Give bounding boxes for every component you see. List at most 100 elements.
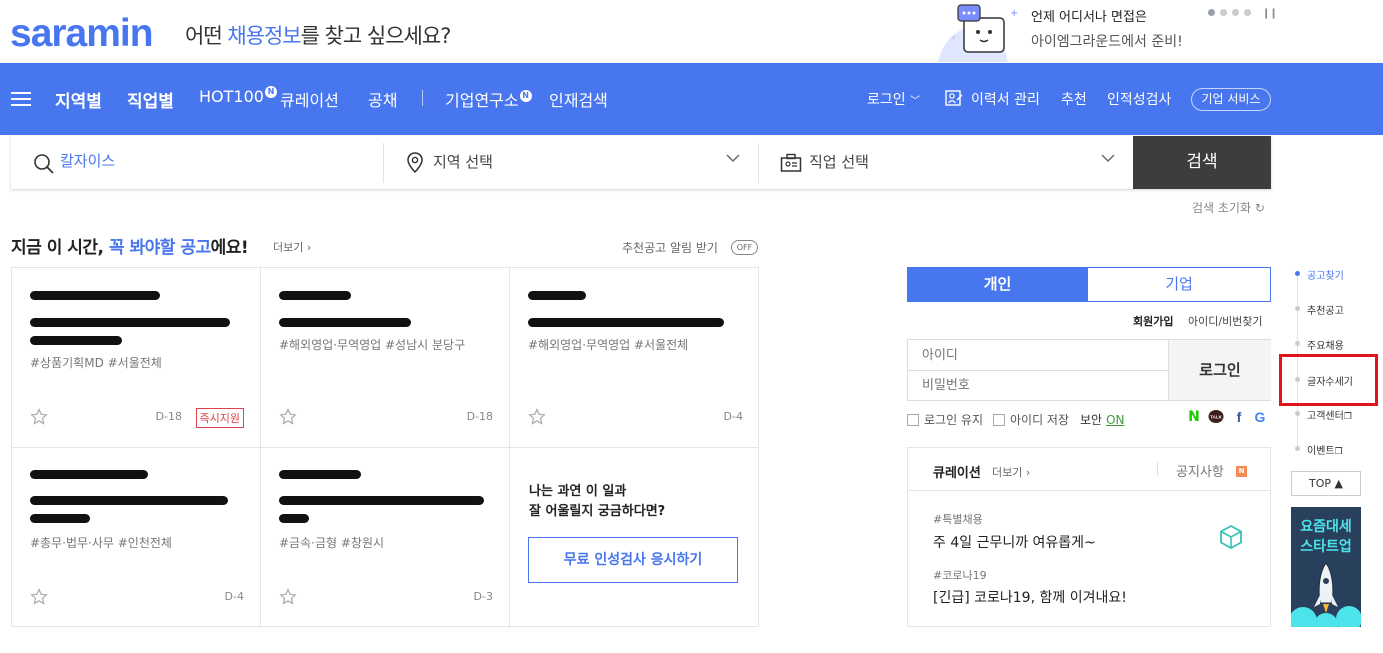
tab-company[interactable]: 기업: [1088, 267, 1271, 302]
star-icon[interactable]: [30, 408, 48, 426]
signup-link[interactable]: 회원가입: [1133, 313, 1173, 329]
resume-icon[interactable]: [944, 89, 964, 107]
tagline-pre: 어떤: [185, 24, 228, 48]
password-input[interactable]: [922, 378, 1152, 393]
carousel-dot[interactable]: [1232, 9, 1239, 16]
search-icon: [34, 154, 54, 174]
job-tags: #해외영업·무역영업 #성남시 분당구: [279, 338, 466, 352]
banner-line1: 요즘대세: [1300, 519, 1352, 535]
location-pin-icon: [407, 152, 423, 174]
keep-login-checkbox[interactable]: 로그인 유지: [907, 411, 983, 428]
checkbox-box[interactable]: [993, 413, 1005, 426]
star-icon[interactable]: [528, 408, 546, 426]
kakao-talk-login-icon[interactable]: TALK: [1208, 409, 1224, 425]
rail-recommended[interactable]: 추천공고: [1307, 302, 1344, 317]
nav-public-recruit[interactable]: 공채: [368, 87, 397, 111]
rail-customer-center[interactable]: 고객센터❐: [1307, 407, 1352, 422]
chevron-down-icon: [1101, 154, 1115, 162]
security-state[interactable]: ON: [1106, 413, 1124, 427]
deadline-dday: D-18: [155, 410, 182, 423]
pause-icon[interactable]: ❙❙: [1262, 8, 1278, 19]
corp-service-button[interactable]: 기업 서비스: [1191, 88, 1271, 111]
hamburger-menu-icon[interactable]: [11, 92, 31, 106]
saramin-logo[interactable]: saramin: [10, 12, 154, 56]
carousel-dot[interactable]: [1208, 9, 1215, 16]
nav-aptitude[interactable]: 인적성검사: [1107, 89, 1171, 109]
login-form: 로그인: [907, 339, 1271, 401]
scroll-top-button[interactable]: TOP ▲: [1291, 471, 1361, 496]
curation-item-title[interactable]: [긴급] 코로나19, 함께 이겨내요!: [933, 587, 1127, 607]
rail-customer-center-label: 고객센터: [1307, 411, 1344, 422]
curation-tag[interactable]: #코로나19: [933, 567, 987, 583]
search-reset-link[interactable]: 검색 초기화 ↻: [1192, 199, 1265, 216]
rail-major-recruit[interactable]: 주요채용: [1307, 337, 1344, 352]
region-select-label: 지역 선택: [433, 153, 493, 171]
nav-hot100-label: HOT100: [199, 87, 264, 106]
id-input[interactable]: [922, 348, 1152, 363]
promo-question-line1: 나는 과연 이 일과: [529, 484, 627, 499]
nav-curation[interactable]: 큐레이션: [280, 87, 339, 111]
new-badge: N: [1236, 466, 1247, 477]
star-icon[interactable]: [279, 588, 297, 606]
rail-event[interactable]: 이벤트❐: [1307, 442, 1343, 457]
carousel-dot[interactable]: [1244, 9, 1251, 16]
job-card[interactable]: #총무·법무·사무 #인천전체 D-4: [12, 448, 261, 628]
highlight-box: [1279, 354, 1378, 406]
redacted-company: [528, 291, 586, 300]
search-input[interactable]: [60, 151, 360, 169]
curation-tag[interactable]: #특별채용: [933, 511, 983, 527]
security-toggle[interactable]: 보안 ON: [1080, 411, 1125, 428]
job-card[interactable]: #금속·금형 #창원시 D-3: [261, 448, 510, 628]
naver-login-icon[interactable]: N: [1186, 409, 1202, 425]
startup-banner[interactable]: 요즘대세 스타트업: [1291, 507, 1361, 627]
section-title: 지금 이 시간, 꼭 봐야할 공고에요!: [11, 233, 249, 258]
banner-text: 요즘대세 스타트업: [1291, 517, 1361, 557]
find-account-link[interactable]: 아이디/비번찾기: [1188, 313, 1263, 329]
google-login-icon[interactable]: G: [1252, 409, 1268, 425]
interview-chat-illustration[interactable]: + +: [928, 0, 1018, 62]
section-more-link[interactable]: 더보기 ›: [273, 239, 311, 255]
recommend-alert-label: 추천공고 알림 받기: [622, 241, 718, 255]
instant-apply-button[interactable]: 즉시지원: [195, 408, 244, 428]
new-badge: N: [264, 86, 277, 98]
nav-region[interactable]: 지역별: [55, 87, 102, 112]
nav-resume[interactable]: 이력서 관리: [971, 89, 1040, 109]
login-button[interactable]: 로그인: [1168, 340, 1271, 400]
rail-dot: [1295, 306, 1300, 311]
save-id-checkbox[interactable]: 아이디 저장: [993, 411, 1069, 428]
nav-job[interactable]: 직업별: [127, 87, 174, 112]
tab-personal[interactable]: 개인: [907, 267, 1088, 302]
curation-item-title[interactable]: 주 4일 근무니까 여유롭게~: [933, 532, 1096, 552]
promo-line1[interactable]: 언제 어디서나 면접은: [1031, 6, 1147, 25]
region-select[interactable]: 지역 선택: [384, 136, 758, 189]
job-card[interactable]: #해외영업·무역영업 #서울전체 D-4: [510, 268, 759, 448]
checkbox-box[interactable]: [907, 413, 919, 426]
facebook-login-icon[interactable]: f: [1231, 409, 1247, 425]
nav-company-research[interactable]: 기업연구소 N: [445, 87, 532, 111]
star-icon[interactable]: [279, 408, 297, 426]
rail-job-search[interactable]: 공고찾기: [1307, 267, 1344, 282]
nav-hot100[interactable]: HOT100 N: [199, 86, 277, 106]
curation-title[interactable]: 큐레이션: [933, 462, 981, 481]
search-button[interactable]: 검색: [1133, 136, 1271, 189]
nav-recommend[interactable]: 추천: [1061, 89, 1087, 109]
redacted-title: [30, 336, 122, 345]
notice-tab[interactable]: 공지사항: [1176, 461, 1224, 480]
job-card[interactable]: #해외영업·무역영업 #성남시 분당구 D-18: [261, 268, 510, 448]
rail-dot: [1295, 411, 1300, 416]
recommend-alert-toggle[interactable]: OFF: [731, 240, 758, 255]
free-personality-test-button[interactable]: 무료 인성검사 응시하기: [528, 537, 738, 583]
star-icon[interactable]: [30, 588, 48, 606]
nav-talent-search[interactable]: 인재검색: [549, 87, 608, 111]
rail-dot: [1295, 341, 1300, 346]
nav-login-dropdown[interactable]: 로그인 ﹀: [867, 89, 920, 109]
redacted-company: [279, 291, 351, 300]
promo-line2[interactable]: 아이엠그라운드에서 준비!: [1031, 31, 1183, 51]
job-card[interactable]: #상품기획MD #서울전체 D-18 즉시지원: [12, 268, 261, 448]
carousel-dot[interactable]: [1220, 9, 1227, 16]
nav-login-label: 로그인: [867, 92, 906, 108]
job-select[interactable]: 직업 선택: [759, 136, 1133, 189]
briefcase-icon: [780, 153, 802, 172]
curation-more-link[interactable]: 더보기 ›: [992, 464, 1030, 480]
promo-carousel-dots[interactable]: [1208, 9, 1251, 16]
